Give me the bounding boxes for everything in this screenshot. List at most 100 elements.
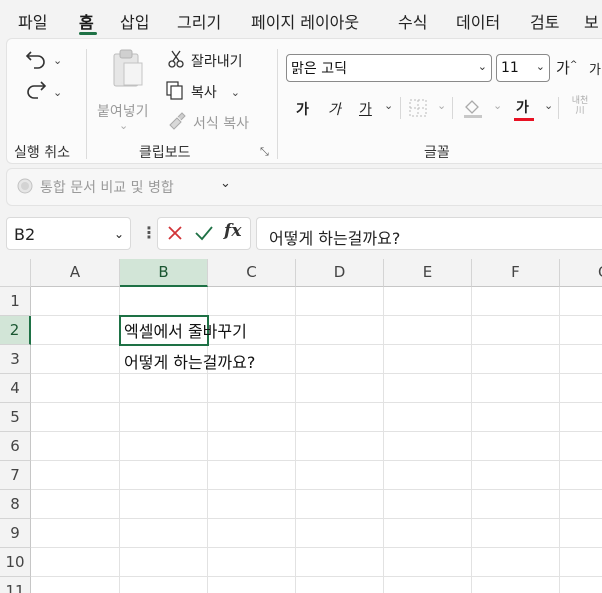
name-box[interactable]: B2 ⌄ — [6, 217, 131, 250]
row-header-7[interactable]: 7 — [0, 461, 31, 490]
tab-data[interactable]: 데이터 — [456, 9, 500, 33]
chevron-down-icon: ⌄ — [230, 85, 240, 99]
undo-button[interactable]: ⌄ — [25, 47, 62, 73]
row-header-11[interactable]: 11 — [0, 577, 31, 593]
formula-buttons: fx — [157, 217, 251, 250]
gridline — [31, 431, 602, 432]
column-header-a[interactable]: A — [31, 259, 120, 287]
gridline — [31, 315, 602, 316]
underline-button[interactable]: 가 — [359, 99, 372, 119]
column-header-b[interactable]: B — [120, 259, 208, 287]
tab-home[interactable]: 홈 — [79, 9, 94, 33]
formula-input[interactable]: 어떻게 하는걸까요? — [256, 217, 602, 250]
copy-label: 복사 — [191, 85, 217, 101]
group-divider — [277, 49, 278, 159]
enter-button[interactable] — [194, 224, 214, 246]
gridline — [31, 576, 602, 577]
more-options-icon[interactable]: ⋮ — [141, 223, 157, 242]
compare-merge-bar: 통합 문서 비교 및 병합 ⌄ — [6, 168, 602, 206]
grow-font-button[interactable]: 가^ — [556, 57, 577, 78]
close-icon — [166, 226, 184, 246]
paste-label: 붙여넣기 — [97, 104, 149, 120]
shrink-font-label: 가 — [589, 63, 601, 78]
column-header-g[interactable]: G — [560, 259, 602, 287]
chevron-down-icon[interactable]: ⌄ — [437, 99, 446, 112]
copy-icon — [165, 80, 185, 104]
tab-view[interactable]: 보 — [584, 9, 599, 33]
copy-button[interactable]: 복사 ⌄ — [165, 80, 240, 104]
border-button[interactable] — [408, 98, 428, 122]
dialog-launcher-icon[interactable]: ⤡ — [260, 145, 269, 159]
paste-button[interactable]: 붙여넣기 ⌄ — [95, 47, 157, 132]
row-header-9[interactable]: 9 — [0, 519, 31, 548]
insert-function-button[interactable]: fx — [224, 221, 241, 241]
row-header-6[interactable]: 6 — [0, 432, 31, 461]
select-all-corner[interactable] — [0, 259, 31, 287]
font-group-label: 글꼴 — [424, 145, 450, 161]
grow-font-label: 가 — [556, 59, 570, 77]
chevron-down-icon[interactable]: ⌄ — [384, 99, 393, 112]
font-name-select[interactable]: 맑은 고딕 ⌄ — [286, 54, 492, 82]
phonetic-guide-button[interactable]: 내천 川 — [568, 96, 592, 116]
font-color-button[interactable]: 가 — [516, 97, 529, 117]
clipboard-group-label: 클립보드 — [139, 145, 191, 161]
chevron-down-icon[interactable]: ⌄ — [493, 99, 502, 112]
tab-draw[interactable]: 그리기 — [177, 9, 221, 33]
row-header-8[interactable]: 8 — [0, 490, 31, 519]
formula-value: 어떻게 하는걸까요? — [269, 229, 401, 248]
column-header-e[interactable]: E — [384, 259, 472, 287]
row-header-2[interactable]: 2 — [0, 316, 31, 345]
divider — [452, 97, 453, 119]
divider — [400, 97, 401, 119]
cut-button[interactable]: 잘라내기 — [167, 49, 243, 73]
fill-color-button[interactable] — [462, 97, 484, 123]
row-header-4[interactable]: 4 — [0, 374, 31, 403]
cell-b2[interactable]: 엑셀에서 줄바꾸기 — [124, 318, 247, 342]
bold-button[interactable]: 가 — [296, 99, 309, 119]
column-header-c[interactable]: C — [208, 259, 296, 287]
gridline — [31, 373, 602, 374]
radio-circle-icon — [17, 178, 33, 198]
scissors-icon — [167, 49, 185, 73]
compare-merge-label: 통합 문서 비교 및 병합 — [40, 180, 174, 196]
row-header-3[interactable]: 3 — [0, 345, 31, 374]
undo-group-label: 실행 취소 — [14, 145, 70, 161]
grow-arrow-icon: ^ — [569, 60, 578, 70]
check-icon — [194, 226, 214, 246]
row-header-5[interactable]: 5 — [0, 403, 31, 432]
cell-b3[interactable]: 어떻게 하는걸까요? — [124, 349, 255, 373]
merge-button[interactable] — [17, 178, 33, 198]
gridline — [31, 547, 602, 548]
shrink-font-button[interactable]: 가 — [589, 59, 601, 78]
gridline — [31, 344, 602, 345]
cancel-button[interactable] — [166, 224, 184, 246]
row-header-10[interactable]: 10 — [0, 548, 31, 577]
tab-review[interactable]: 검토 — [530, 9, 559, 33]
row-header-1[interactable]: 1 — [0, 287, 31, 316]
chevron-down-icon: ⌄ — [477, 60, 487, 73]
ribbon-tab-bar: 파일 홈 삽입 그리기 페이지 레이아웃 수식 데이터 검토 보 — [0, 0, 602, 38]
chevron-down-icon[interactable]: ⌄ — [544, 99, 553, 112]
customize-chevron-icon[interactable]: ⌄ — [220, 176, 231, 191]
chevron-down-icon: ⌄ — [53, 85, 63, 99]
spreadsheet-grid[interactable]: A B C D E F G 1 2 3 4 5 6 7 8 9 10 11 엑셀… — [0, 259, 602, 593]
column-header-f[interactable]: F — [472, 259, 560, 287]
phonetic-guide-sub: 川 — [575, 106, 585, 116]
chevron-down-icon: ⌄ — [535, 60, 545, 73]
tab-formulas[interactable]: 수식 — [398, 9, 427, 33]
group-divider — [86, 49, 87, 159]
format-painter-button[interactable]: 서식 복사 — [167, 111, 249, 135]
redo-icon — [25, 79, 47, 105]
column-header-d[interactable]: D — [296, 259, 384, 287]
font-size-select[interactable]: 11 ⌄ — [496, 54, 550, 82]
tab-page-layout[interactable]: 페이지 레이아웃 — [251, 9, 359, 33]
phonetic-guide-label: 내천 — [571, 96, 589, 106]
tab-file[interactable]: 파일 — [18, 9, 47, 33]
italic-button[interactable]: 가 — [328, 99, 341, 119]
ribbon: ⌄ ⌄ 실행 취소 붙여넣기 ⌄ 잘라내기 복사 ⌄ 서식 복사 클립보드 ⤡ — [6, 38, 602, 164]
tab-insert[interactable]: 삽입 — [120, 9, 149, 33]
font-color-swatch — [514, 118, 534, 121]
divider — [558, 97, 559, 119]
format-painter-label: 서식 복사 — [193, 116, 249, 132]
redo-button[interactable]: ⌄ — [25, 79, 62, 105]
